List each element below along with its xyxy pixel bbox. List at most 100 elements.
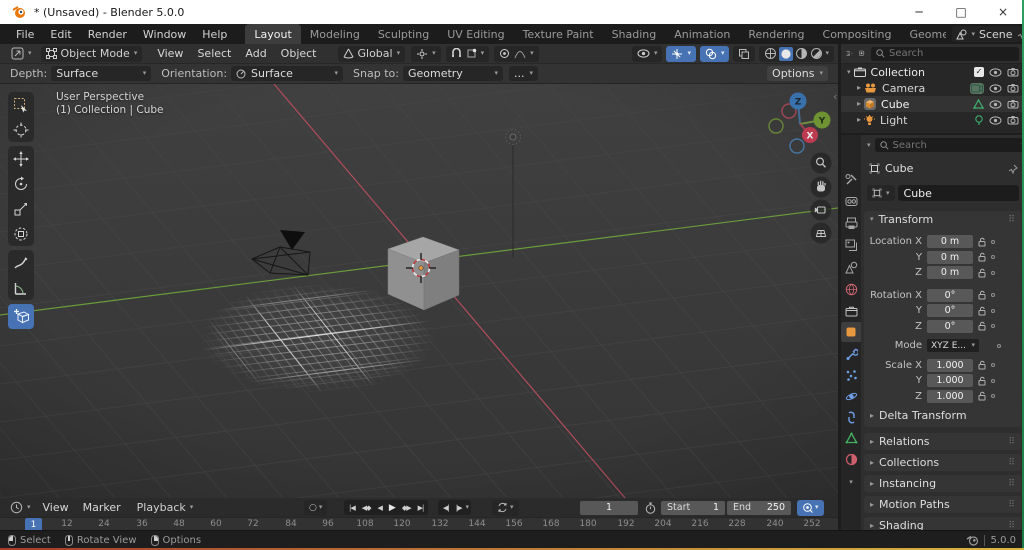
lock-icon[interactable] <box>978 268 986 278</box>
rotation-x-field[interactable]: 0° <box>927 288 973 302</box>
lock-icon[interactable] <box>978 237 986 247</box>
options-dropdown[interactable]: Options ▾ <box>767 66 828 81</box>
properties-search[interactable]: ▾ <box>874 138 1024 152</box>
play-button[interactable]: ▶ <box>386 503 398 513</box>
snap-to-select[interactable]: Geometry ▾ <box>402 66 503 81</box>
keying-set-control[interactable]: ▾ <box>797 499 824 516</box>
camera-view-button[interactable] <box>810 199 832 221</box>
sidebar-collapse-icon[interactable]: ‹ <box>833 90 837 103</box>
outliner-row-cube[interactable]: ▸ Cube <box>841 96 1024 112</box>
playback-sync-control[interactable]: ▾ <box>492 499 519 516</box>
tab-compositing[interactable]: Compositing <box>814 24 901 44</box>
render-visibility-icon[interactable] <box>1007 99 1019 109</box>
tab-constraints[interactable] <box>841 407 861 427</box>
frame-end-field[interactable]: End 250 <box>727 500 791 515</box>
mode-selector[interactable]: Object Mode ▾ <box>40 45 143 62</box>
snap-more-select[interactable]: ... ▾ <box>508 66 538 81</box>
render-visibility-icon[interactable] <box>1007 67 1019 77</box>
shading-material-icon[interactable] <box>795 47 808 60</box>
prev-frame-button[interactable]: ◀| <box>440 504 452 512</box>
axis-neg-z-ball[interactable] <box>789 138 805 154</box>
tab-tool[interactable] <box>841 169 861 189</box>
shading-rendered-icon[interactable] <box>810 47 823 60</box>
tool-add-cube[interactable] <box>8 304 34 329</box>
scale-z-field[interactable]: 1.000 <box>927 389 973 403</box>
object-name-field[interactable]: Cube <box>897 185 1019 201</box>
auto-keying-toggle[interactable]: ○ ▾ <box>304 499 328 516</box>
scale-x-field[interactable]: 1.000 <box>927 358 973 372</box>
tool-select-box[interactable] <box>8 92 34 117</box>
animate-dot[interactable] <box>991 394 995 399</box>
drag-handle-icon[interactable]: ⠿ <box>1008 500 1015 510</box>
gizmos-toggle[interactable]: ▾ <box>666 45 696 62</box>
collection-checkbox[interactable]: ✓ <box>974 67 984 77</box>
jump-to-start-button[interactable]: |◀ <box>346 504 358 512</box>
nav-gizmo[interactable]: Z Y X <box>768 92 831 154</box>
jump-to-end-button[interactable]: ▶| <box>415 504 427 512</box>
proportional-editing-control[interactable]: ▾ <box>494 45 539 62</box>
tool-scale[interactable] <box>8 196 34 221</box>
breadcrumb-object[interactable]: Cube <box>885 162 913 175</box>
maximize-button[interactable]: □ <box>940 0 982 24</box>
hide-eye-icon[interactable] <box>989 83 1002 93</box>
animate-dot[interactable] <box>997 343 1001 348</box>
animate-dot[interactable] <box>991 324 995 329</box>
drag-handle-icon[interactable]: ⠿ <box>1008 437 1015 447</box>
lock-icon[interactable] <box>978 306 986 316</box>
tab-physics[interactable] <box>841 386 861 406</box>
location-x-field[interactable]: 0 m <box>927 235 973 249</box>
render-visibility-icon[interactable] <box>1007 83 1019 93</box>
location-y-field[interactable]: 0 m <box>927 250 973 264</box>
orientation-select[interactable]: Surface ▾ <box>231 66 344 81</box>
tab-geometry-nodes[interactable]: Geometry N <box>900 24 946 44</box>
object-id-selector[interactable]: ▾ <box>867 185 895 201</box>
relations-panel[interactable]: ▸ Relations ⠿ <box>864 433 1021 450</box>
editor-type-selector[interactable]: ▾ <box>6 46 37 62</box>
tool-transform[interactable] <box>8 221 34 246</box>
rotation-z-field[interactable]: 0° <box>927 319 973 333</box>
hide-eye-icon[interactable] <box>989 115 1002 125</box>
hide-eye-icon[interactable] <box>989 99 1002 109</box>
expand-icon[interactable]: ▸ <box>857 116 861 124</box>
outliner-row-camera[interactable]: ▸ Camera <box>841 80 1024 96</box>
menu-help[interactable]: Help <box>194 24 235 44</box>
tab-particles[interactable] <box>841 365 861 385</box>
tab-render[interactable] <box>841 191 861 211</box>
visibility-dropdown[interactable]: ▾ <box>631 45 663 62</box>
next-keyframe-button[interactable]: ◆▶ <box>399 504 414 512</box>
depth-select[interactable]: Surface ▾ <box>51 66 152 81</box>
timeline-menu-marker[interactable]: Marker <box>76 501 128 514</box>
tab-world[interactable] <box>841 279 861 299</box>
tab-object-data[interactable] <box>841 428 861 448</box>
viewport-menu-add[interactable]: Add <box>238 47 273 60</box>
properties-search-input[interactable] <box>892 139 1018 151</box>
tool-cursor[interactable] <box>8 117 34 142</box>
menu-edit[interactable]: Edit <box>42 24 79 44</box>
outliner-search[interactable] <box>871 46 1019 61</box>
expand-icon[interactable]: ▸ <box>857 84 861 92</box>
tool-move[interactable] <box>8 146 34 171</box>
timeline-menu-view[interactable]: View <box>36 501 76 514</box>
display-mode-icon[interactable] <box>858 48 866 59</box>
tab-animation[interactable]: Animation <box>665 24 739 44</box>
minimize-button[interactable]: ─ <box>898 0 940 24</box>
tab-strip-overflow[interactable]: ▾ <box>841 472 861 492</box>
xray-toggle[interactable] <box>733 45 756 62</box>
expand-icon[interactable]: ▾ <box>847 68 851 76</box>
rotation-mode-select[interactable]: XYZ E... ▾ <box>927 339 979 353</box>
tab-modeling[interactable]: Modeling <box>301 24 369 44</box>
pin-icon[interactable] <box>1008 164 1018 174</box>
light-object[interactable] <box>505 129 521 259</box>
lock-icon[interactable] <box>978 391 986 401</box>
animate-dot[interactable] <box>991 255 995 260</box>
pivot-point-selector[interactable]: ▾ <box>411 45 441 62</box>
animate-dot[interactable] <box>991 308 995 313</box>
viewport-menu-object[interactable]: Object <box>274 47 324 60</box>
outliner-search-input[interactable] <box>889 48 1014 59</box>
collections-panel[interactable]: ▸ Collections ⠿ <box>864 454 1021 471</box>
lock-icon[interactable] <box>978 376 986 386</box>
shading-solid-active[interactable] <box>779 46 794 61</box>
outliner-row-collection[interactable]: ▾ Collection ✓ <box>841 64 1024 80</box>
menu-window[interactable]: Window <box>135 24 194 44</box>
axis-neg-y-ball[interactable] <box>768 118 784 134</box>
